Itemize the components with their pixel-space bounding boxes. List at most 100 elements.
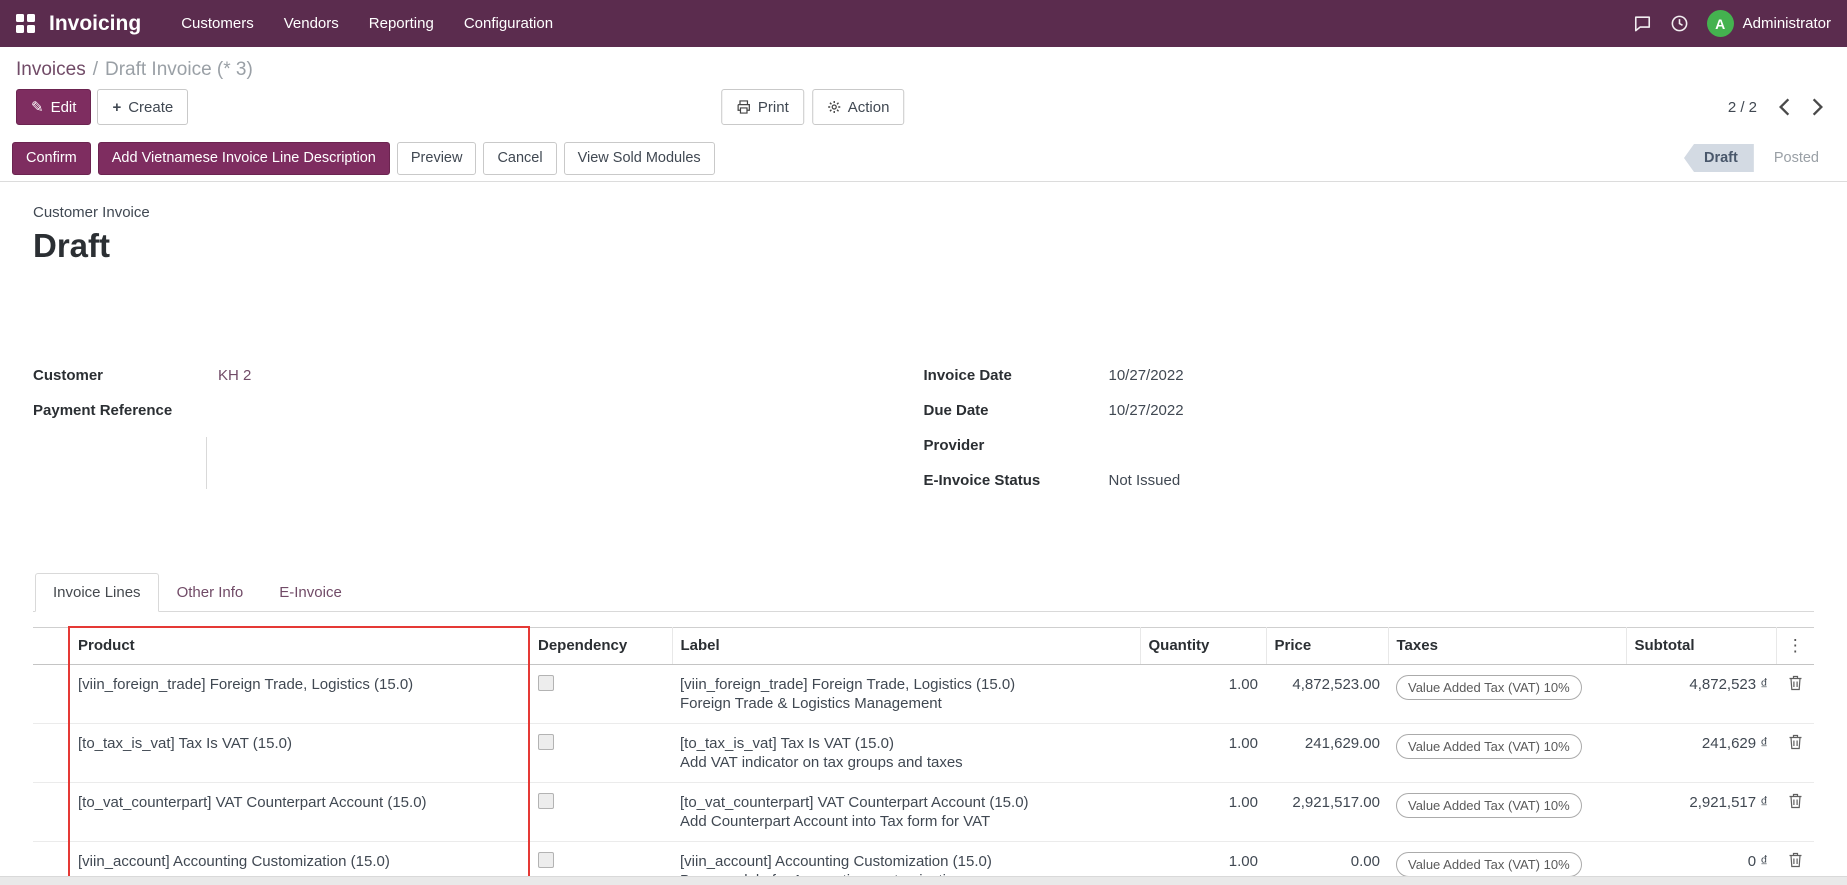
- status-draft[interactable]: Draft: [1684, 144, 1754, 172]
- pager-next-button[interactable]: [1804, 94, 1831, 120]
- price-column-header[interactable]: Price: [1266, 626, 1389, 665]
- product-cell[interactable]: [to_vat_counterpart] VAT Counterpart Acc…: [68, 781, 530, 841]
- invoice-line-row[interactable]: [viin_foreign_trade] Foreign Trade, Logi…: [33, 664, 1814, 723]
- action-button[interactable]: Action: [811, 89, 905, 125]
- optional-columns-icon[interactable]: ⋮: [1787, 637, 1804, 654]
- label-cell[interactable]: [viin_foreign_trade] Foreign Trade, Logi…: [672, 664, 1140, 723]
- view-sold-modules-button[interactable]: View Sold Modules: [563, 141, 715, 175]
- label-cell[interactable]: [to_vat_counterpart] VAT Counterpart Acc…: [672, 781, 1140, 841]
- user-menu[interactable]: A Administrator: [1706, 10, 1831, 37]
- quantity-column-header[interactable]: Quantity: [1140, 626, 1267, 665]
- price-cell[interactable]: 2,921,517.00: [1266, 781, 1388, 841]
- einvoice-status-label: E-Invoice Status: [923, 472, 1041, 489]
- control-buttons-row: ✎ Edit + Create Print Action 2 / 2: [0, 83, 1847, 135]
- handle-column-header: [33, 626, 70, 665]
- label-column-header[interactable]: Label: [672, 626, 1141, 665]
- confirm-button[interactable]: Confirm: [12, 141, 91, 175]
- dependency-checkbox[interactable]: [538, 792, 554, 809]
- fields-grid: Customer KH 2 Payment Reference Invoice …: [33, 367, 1814, 507]
- invoice-lines-table: Product Dependency Label Quantity Price …: [33, 626, 1814, 876]
- price-cell[interactable]: 241,629.00: [1266, 722, 1388, 782]
- tax-tag[interactable]: Value Added Tax (VAT) 10%: [1396, 733, 1582, 759]
- quantity-cell[interactable]: 1.00: [1140, 781, 1266, 841]
- label-line1: [viin_account] Accounting Customization …: [680, 852, 992, 870]
- quantity-cell[interactable]: 1.00: [1140, 722, 1266, 782]
- field-column-divider: [206, 437, 207, 489]
- product-cell[interactable]: [viin_foreign_trade] Foreign Trade, Logi…: [68, 664, 530, 723]
- currency-symbol: ₫: [1760, 852, 1768, 870]
- quantity-cell[interactable]: 1.00: [1140, 664, 1266, 723]
- delete-line-icon[interactable]: [1788, 852, 1803, 868]
- customer-value[interactable]: KH 2: [206, 367, 251, 387]
- delete-line-icon[interactable]: [1788, 675, 1803, 691]
- create-button[interactable]: + Create: [97, 89, 189, 125]
- einvoice-status-value: Not Issued: [1108, 472, 1181, 489]
- status-posted[interactable]: Posted: [1754, 144, 1835, 172]
- dependency-checkbox[interactable]: [538, 851, 554, 868]
- preview-button[interactable]: Preview: [396, 141, 477, 175]
- invoice-line-row[interactable]: [to_tax_is_vat] Tax Is VAT (15.0) [to_ta…: [33, 722, 1814, 782]
- subtotal-cell: 241,629 ₫: [1626, 722, 1776, 782]
- edit-button[interactable]: ✎ Edit: [16, 89, 92, 125]
- cancel-button[interactable]: Cancel: [483, 141, 557, 175]
- due-date-field-row: Due Date 10/27/2022: [924, 402, 1815, 422]
- product-cell[interactable]: [viin_account] Accounting Customization …: [68, 840, 530, 876]
- messages-icon[interactable]: [1633, 14, 1652, 33]
- top-nav: Invoicing Customers Vendors Reporting Co…: [0, 0, 1847, 47]
- row-handle[interactable]: [33, 781, 69, 841]
- dependency-column-header[interactable]: Dependency: [529, 626, 673, 665]
- row-handle[interactable]: [33, 722, 69, 782]
- table-header-row: Product Dependency Label Quantity Price …: [33, 626, 1814, 665]
- label-cell[interactable]: [viin_account] Accounting Customization …: [672, 840, 1140, 876]
- breadcrumb-parent[interactable]: Invoices: [16, 59, 86, 81]
- tab-e-invoice[interactable]: E-Invoice: [261, 573, 360, 612]
- activities-clock-icon[interactable]: [1670, 14, 1689, 33]
- customer-field-row: Customer KH 2: [33, 367, 924, 387]
- quantity-cell[interactable]: 1.00: [1140, 840, 1266, 876]
- user-name: Administrator: [1742, 15, 1831, 32]
- pager-previous-button[interactable]: [1771, 94, 1798, 120]
- provider-value: [1097, 437, 1109, 457]
- invoice-line-row[interactable]: [viin_account] Accounting Customization …: [33, 840, 1814, 876]
- pager: 2 / 2: [1728, 94, 1831, 120]
- dependency-checkbox[interactable]: [538, 674, 554, 691]
- price-cell[interactable]: 0.00: [1266, 840, 1388, 876]
- print-button[interactable]: Print: [720, 89, 804, 125]
- apps-grid-icon[interactable]: [16, 14, 35, 33]
- nav-item-reporting[interactable]: Reporting: [357, 9, 446, 38]
- pencil-icon: ✎: [31, 99, 44, 116]
- document-state-title: Draft: [33, 227, 111, 264]
- app-title[interactable]: Invoicing: [49, 12, 141, 36]
- price-cell[interactable]: 4,872,523.00: [1266, 664, 1388, 723]
- product-column-header annotation-product-column[interactable]: Product: [68, 626, 530, 665]
- gear-icon: [827, 100, 841, 114]
- product-cell[interactable]: [to_tax_is_vat] Tax Is VAT (15.0): [68, 722, 530, 782]
- row-handle[interactable]: [33, 840, 69, 876]
- tab-other-info[interactable]: Other Info: [159, 573, 262, 612]
- document-type-label: Customer Invoice: [33, 204, 150, 221]
- delete-line-icon[interactable]: [1788, 793, 1803, 809]
- delete-line-icon[interactable]: [1788, 734, 1803, 750]
- label-line2: Add Counterpart Account into Tax form fo…: [680, 812, 991, 830]
- breadcrumb-current: Draft Invoice (* 3): [104, 59, 253, 80]
- tab-invoice-lines[interactable]: Invoice Lines: [35, 573, 159, 612]
- nav-item-configuration[interactable]: Configuration: [452, 9, 565, 38]
- row-handle[interactable]: [33, 664, 69, 723]
- tax-tag[interactable]: Value Added Tax (VAT) 10%: [1396, 792, 1582, 818]
- invoice-date-value: 10/27/2022: [1108, 367, 1184, 384]
- subtotal-column-header[interactable]: Subtotal: [1626, 626, 1777, 665]
- add-vietnamese-description-button[interactable]: Add Vietnamese Invoice Line Description: [97, 141, 390, 175]
- invoice-line-row[interactable]: [to_vat_counterpart] VAT Counterpart Acc…: [33, 781, 1814, 841]
- label-line2: Add VAT indicator on tax groups and taxe…: [680, 753, 963, 771]
- currency-symbol: ₫: [1760, 793, 1768, 811]
- breadcrumb-separator: /: [92, 59, 98, 80]
- taxes-column-header[interactable]: Taxes: [1388, 626, 1627, 665]
- dependency-checkbox[interactable]: [538, 733, 554, 750]
- nav-item-vendors[interactable]: Vendors: [272, 9, 351, 38]
- tax-tag[interactable]: Value Added Tax (VAT) 10%: [1396, 674, 1582, 700]
- invoice-date-field-row: Invoice Date 10/27/2022: [924, 367, 1815, 387]
- pager-value: 2 / 2: [1727, 98, 1757, 116]
- label-cell[interactable]: [to_tax_is_vat] Tax Is VAT (15.0) Add VA…: [672, 722, 1140, 782]
- tax-tag[interactable]: Value Added Tax (VAT) 10%: [1396, 851, 1582, 876]
- nav-item-customers[interactable]: Customers: [169, 9, 266, 38]
